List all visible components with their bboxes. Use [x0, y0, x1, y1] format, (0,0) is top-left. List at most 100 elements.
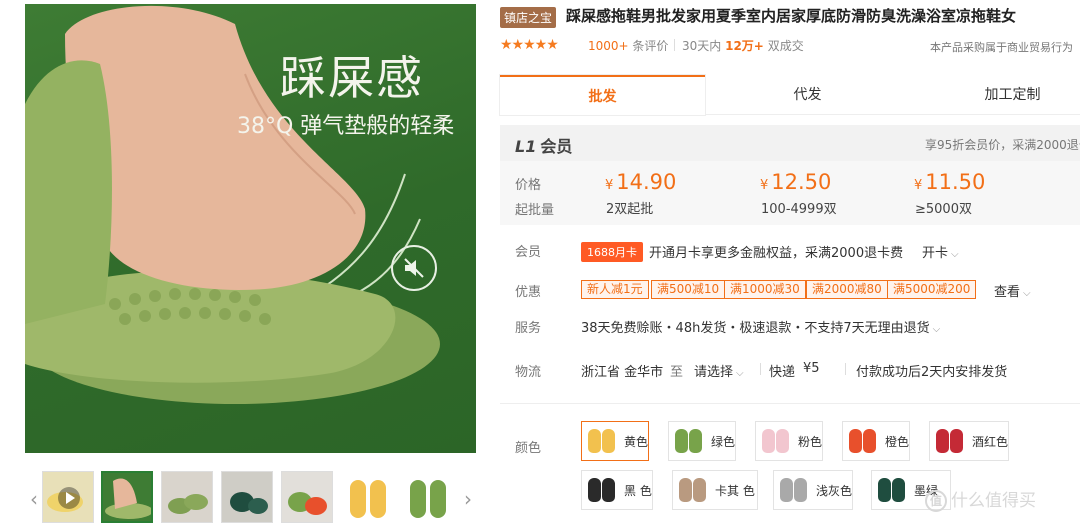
member-level-code: L1	[515, 137, 537, 156]
coupon[interactable]: 满1000减30	[724, 280, 806, 299]
mute-icon[interactable]	[391, 245, 437, 291]
color-option-yellow[interactable]: 黄色	[581, 421, 649, 461]
divider	[674, 39, 675, 51]
color-option-orange[interactable]: 橙色	[842, 421, 910, 461]
rating-stars: ★★★★★	[500, 37, 559, 53]
coupon[interactable]: 满2000减80	[806, 280, 888, 299]
shop-badge: 镇店之宝	[500, 7, 557, 28]
chevron-down-icon: ⌵	[736, 368, 744, 379]
qty-tier-2: 100-4999双	[761, 202, 837, 217]
destination-value: 请选择	[694, 365, 734, 380]
member-row-text: 开通月卡享更多金融权益，采满2000退卡费	[649, 246, 904, 261]
coupon[interactable]: 满5000减200	[887, 280, 977, 299]
price-tier-1: ¥14.90	[605, 170, 676, 194]
member-row-label: 会员	[515, 245, 542, 260]
chevron-down-icon: ⌵	[932, 324, 941, 335]
sold-label: 双成交	[767, 39, 804, 53]
sold-value: 12万+	[725, 39, 764, 53]
color-option-label: 粉色	[797, 434, 822, 449]
color-option-label: 橙色	[884, 434, 909, 449]
thumbnail-6[interactable]	[341, 471, 393, 523]
logistics-origin: 浙江省 金华市	[581, 365, 664, 380]
color-option-label: 绿色	[710, 434, 735, 449]
color-option-label: 卡其 色	[715, 483, 755, 498]
tab-wholesale[interactable]: 批发	[500, 75, 705, 115]
price-panel: 价格 起批量 ¥14.90 2双起批 ¥12.50 100-4999双 ¥11.…	[500, 161, 1080, 225]
view-coupons-button[interactable]: 查看 ⌵	[994, 281, 1031, 300]
main-product-image[interactable]: 踩屎感 38°Q 弹气垫般的轻柔	[25, 4, 476, 453]
image-headline: 踩屎感	[280, 51, 424, 105]
watermark-text: 什么值得买	[951, 491, 1036, 511]
swatch-image	[847, 425, 879, 457]
currency-symbol: ¥	[760, 178, 769, 193]
price-label: 价格	[515, 178, 542, 193]
coupon[interactable]: 满500减10	[651, 280, 726, 299]
thumbnail-next-arrow[interactable]: ›	[462, 479, 474, 519]
section-divider	[500, 403, 1080, 404]
image-subline: 38°Q 弹气垫般的轻柔	[237, 114, 455, 139]
monthly-card-tag: 1688月卡	[581, 242, 643, 262]
thumbnail-2[interactable]	[101, 471, 153, 523]
chevron-down-icon: ⌵	[1023, 288, 1031, 299]
member-level: L1 会员	[515, 133, 572, 157]
color-option-label: 浅灰色	[816, 483, 853, 498]
view-coupons-label: 查看	[994, 285, 1021, 300]
member-note: 享95折会员价，采满2000退卡费	[925, 138, 1080, 152]
review-count-value: 1000+	[588, 39, 629, 53]
thumbnail-7[interactable]	[401, 471, 453, 523]
price-value: 14.90	[616, 170, 677, 194]
tab-dropship[interactable]: 代发	[705, 75, 910, 115]
logistics-row-label: 物流	[515, 365, 542, 380]
swatch-image	[876, 474, 908, 506]
open-card-label: 开卡	[922, 246, 949, 261]
color-option-label: 酒红色	[972, 434, 1009, 449]
service-text-value: 38天免费赊账・48h发货・极速退款・不支持7天无理由退货	[581, 321, 930, 336]
product-title: 踩屎感拖鞋男批发家用夏季室内居家厚底防滑防臭洗澡浴室凉拖鞋女	[566, 7, 1017, 25]
color-option-green[interactable]: 绿色	[668, 421, 736, 461]
thumbnail-video[interactable]	[42, 471, 94, 523]
color-option-label: 黄色	[623, 434, 648, 449]
review-count-label: 条评价	[632, 39, 669, 53]
color-option-pink[interactable]: 粉色	[755, 421, 823, 461]
swatch-image	[760, 425, 792, 457]
swatch-image	[586, 474, 618, 506]
color-option-light-gray[interactable]: 浅灰色	[773, 470, 853, 510]
watermark: 值什么值得买	[925, 486, 1036, 512]
color-option-black[interactable]: 黑 色	[581, 470, 653, 510]
tab-custom[interactable]: 加工定制	[910, 75, 1080, 115]
dispatch-time: 付款成功后2天内安排发货	[856, 365, 1008, 380]
purchase-tabs: 批发 代发 加工定制	[500, 75, 1080, 115]
price-value: 12.50	[771, 170, 832, 194]
destination-select[interactable]: 请选择 ⌵	[694, 361, 744, 380]
thumbnail-3[interactable]	[161, 471, 213, 523]
discount-row-label: 优惠	[515, 285, 542, 300]
thumbnail-5[interactable]	[281, 471, 333, 523]
open-card-button[interactable]: 开卡 ⌵	[922, 242, 959, 261]
price-tier-3: ¥11.50	[914, 170, 985, 194]
trade-note: 本产品采购属于商业贸易行为	[930, 41, 1073, 54]
swatch-image	[778, 474, 810, 506]
color-option-khaki[interactable]: 卡其 色	[672, 470, 758, 510]
price-tier-2: ¥12.50	[760, 170, 831, 194]
divider	[845, 363, 846, 375]
sold-period: 30天内	[682, 39, 722, 53]
swatch-image	[586, 425, 618, 457]
logistics-to: 至	[670, 365, 684, 380]
color-option-wine-red[interactable]: 酒红色	[929, 421, 1009, 461]
currency-symbol: ¥	[914, 178, 923, 193]
service-text[interactable]: 38天免费赊账・48h发货・极速退款・不支持7天无理由退货 ⌵	[581, 317, 940, 336]
divider	[760, 363, 761, 375]
coupon[interactable]: 新人减1元	[581, 280, 649, 299]
swatch-image	[677, 474, 709, 506]
thumbnail-prev-arrow[interactable]: ‹	[28, 479, 40, 519]
watermark-logo: 值	[925, 490, 947, 512]
member-bar: L1会员 享95折会员价，采满2000退卡费	[500, 125, 1080, 161]
service-row-label: 服务	[515, 321, 542, 336]
express-label: 快递	[769, 365, 796, 380]
chevron-down-icon: ⌵	[951, 249, 959, 260]
qty-label: 起批量	[515, 203, 555, 218]
swatch-image	[673, 425, 705, 457]
review-count[interactable]: 1000+ 条评价	[588, 37, 668, 54]
currency-symbol: ¥	[605, 178, 614, 193]
thumbnail-4[interactable]	[221, 471, 273, 523]
